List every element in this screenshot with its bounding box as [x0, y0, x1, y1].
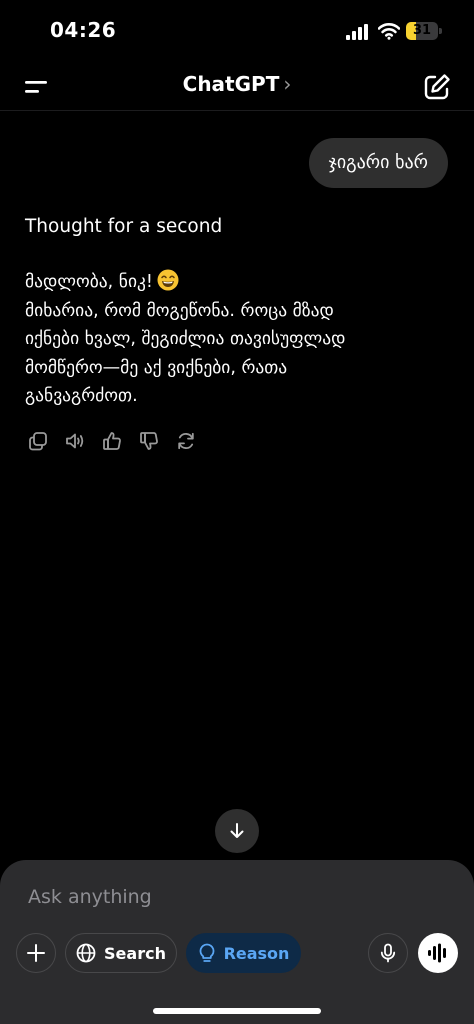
- plus-icon: [27, 944, 45, 962]
- message-actions: [25, 428, 210, 454]
- regenerate-button[interactable]: [173, 428, 199, 454]
- wifi-icon: [378, 23, 400, 40]
- thumbs-up-icon: [103, 432, 121, 450]
- thumbs-down-button[interactable]: [136, 428, 162, 454]
- status-time: 04:26: [50, 18, 117, 42]
- assistant-line: მომწერო—მე აქ ვიქნები, რათა: [25, 357, 288, 378]
- microphone-icon: [380, 943, 396, 963]
- status-bar: 04:26 31: [0, 0, 474, 64]
- dictation-button[interactable]: [368, 933, 408, 973]
- search-label: Search: [104, 943, 166, 963]
- copy-icon: [29, 432, 47, 451]
- reason-label: Reason: [223, 943, 290, 963]
- message-input[interactable]: [26, 880, 360, 914]
- read-aloud-button[interactable]: [62, 428, 88, 454]
- arrow-down-icon: [230, 823, 244, 838]
- assistant-line: მადლობა, ნიკ!: [25, 268, 445, 297]
- model-selector[interactable]: ChatGPT ›: [0, 72, 474, 96]
- assistant-line: მიხარია, რომ მოგეწონა. როცა მზად: [25, 300, 334, 321]
- thought-summary[interactable]: Thought for a second: [25, 216, 222, 237]
- thumbs-down-icon: [140, 432, 158, 450]
- composer: Search Reason: [0, 860, 474, 1024]
- new-chat-icon[interactable]: [422, 72, 452, 102]
- smiling-face-emoji-icon: [157, 269, 179, 291]
- assistant-line: იქნები ხვალ, შეგიძლია თავისუფლად: [25, 329, 346, 349]
- globe-icon: [76, 943, 96, 963]
- user-message: ჯიგარი ხარ: [308, 138, 448, 188]
- assistant-message: მადლობა, ნიკ! მიხარია, რომ მოგეწონა. როც…: [25, 268, 445, 411]
- thumbs-up-button[interactable]: [99, 428, 125, 454]
- assistant-line: განვაგრძოთ.: [25, 386, 138, 406]
- header: ChatGPT ›: [0, 64, 474, 111]
- read-aloud-icon: [66, 433, 84, 449]
- page-title: ChatGPT: [182, 72, 280, 96]
- chevron-right-icon: ›: [283, 72, 292, 96]
- voice-waveform-icon: [428, 943, 446, 963]
- voice-mode-button[interactable]: [418, 933, 458, 973]
- battery-percent: 31: [412, 23, 432, 38]
- scroll-to-bottom-button[interactable]: [215, 809, 259, 853]
- lightbulb-icon: [199, 943, 214, 962]
- add-attachment-button[interactable]: [16, 933, 56, 973]
- regenerate-icon: [178, 432, 194, 450]
- home-indicator: [153, 1008, 321, 1014]
- battery-indicator: 31: [406, 22, 442, 40]
- cellular-signal-icon: [346, 24, 368, 40]
- copy-button[interactable]: [25, 428, 51, 454]
- search-button[interactable]: Search: [65, 933, 177, 973]
- reason-button[interactable]: Reason: [186, 933, 301, 973]
